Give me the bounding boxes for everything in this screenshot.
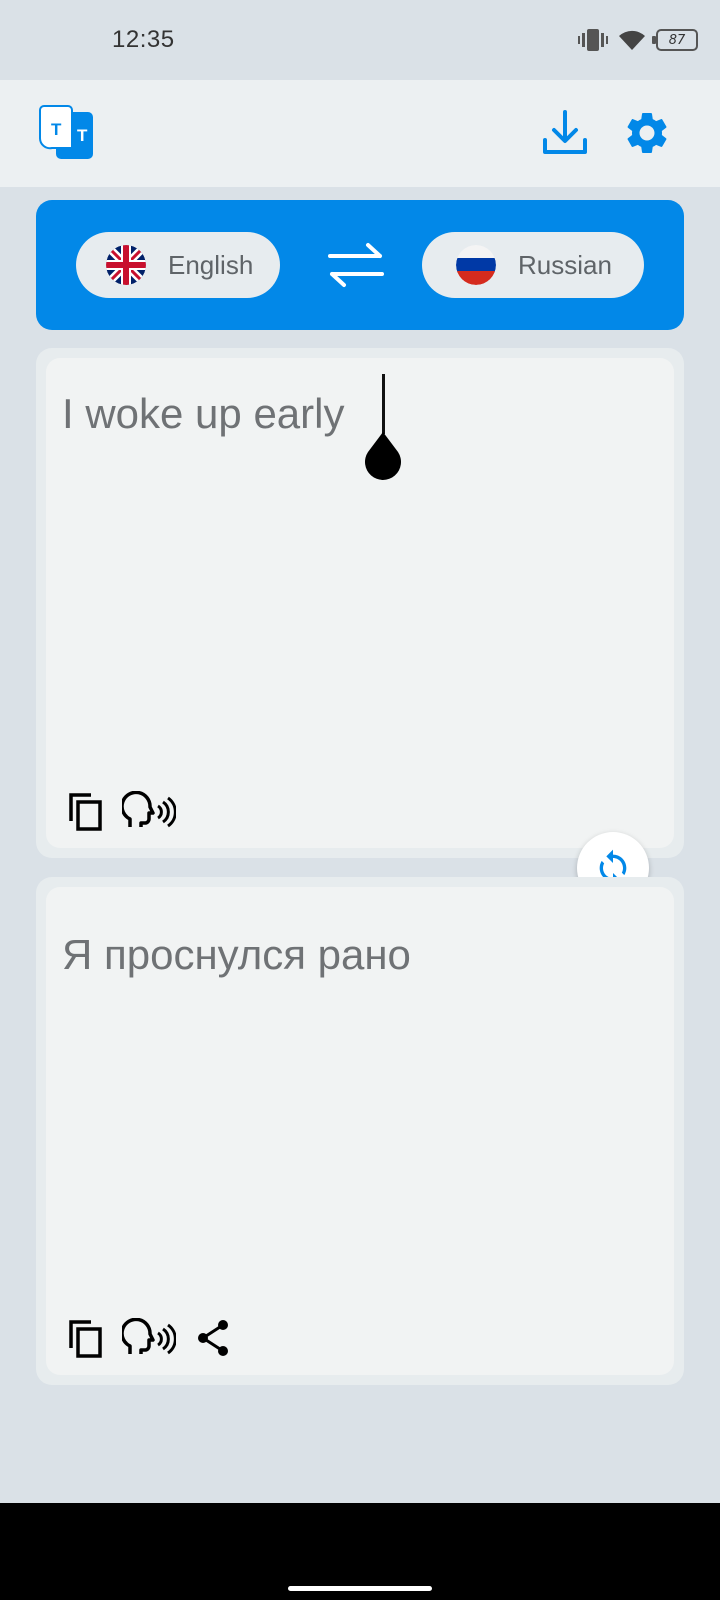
source-actions [62,788,176,834]
battery-icon: 87 [652,29,698,51]
target-language-button[interactable]: Russian [422,232,644,298]
system-navigation-bar [0,1503,720,1600]
swap-languages-button[interactable] [326,242,386,288]
swap-arrows-icon [328,243,384,287]
source-language-button[interactable]: English [76,232,280,298]
translation-actions [62,1315,236,1361]
download-icon [543,110,587,154]
wifi-icon [619,30,645,50]
source-language-label: English [168,249,254,280]
battery-level: 87 [668,32,686,48]
app-logo: T T [38,105,93,159]
download-button[interactable] [540,108,590,158]
translation-area: Я проснулся рано [46,887,674,1375]
cursor-handle[interactable] [362,432,404,480]
target-language-label: Russian [518,249,612,280]
speak-source-button[interactable] [122,788,176,834]
uk-flag-icon [106,245,146,285]
source-text-area[interactable]: I woke up early [46,358,674,848]
share-icon [198,1320,228,1356]
language-selector-panel: English Russian [36,200,684,330]
vibrate-icon [578,29,608,51]
status-bar: 12:35 87 [0,0,720,80]
russia-flag-icon [456,245,496,285]
source-text-input[interactable]: I woke up early [62,390,344,438]
source-text-card: I woke up early [36,348,684,858]
speak-translation-button[interactable] [122,1315,176,1361]
copy-icon [69,793,102,831]
share-translation-button[interactable] [190,1315,236,1361]
copy-translation-button[interactable] [62,1315,108,1361]
translation-text: Я проснулся рано [62,931,411,978]
logo-letter-1: T [51,120,62,139]
status-time: 12:35 [112,26,175,53]
app-header: T T [0,80,720,187]
settings-button[interactable] [622,108,672,158]
translation-card: Я проснулся рано [36,877,684,1385]
text-cursor [382,374,385,434]
speak-icon [122,791,176,828]
copy-source-button[interactable] [62,788,108,834]
home-indicator[interactable] [288,1586,432,1591]
gear-icon [627,112,667,153]
status-icons: 87 [578,24,698,56]
logo-letter-2: T [77,126,88,145]
speak-icon [122,1318,176,1355]
copy-icon [69,1320,102,1358]
